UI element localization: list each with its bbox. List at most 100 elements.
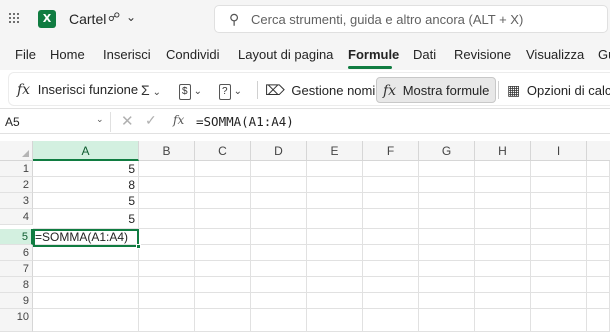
function-icon[interactable]: fx: [173, 113, 184, 127]
grid-cell[interactable]: [531, 309, 587, 332]
grid-cell[interactable]: [475, 177, 531, 193]
cancel-icon[interactable]: ✕: [121, 112, 134, 130]
grid-cell[interactable]: [33, 277, 139, 293]
grid-cell[interactable]: [587, 209, 610, 229]
sync-icon[interactable]: ☍: [108, 10, 120, 24]
grid-cell[interactable]: [139, 229, 195, 245]
spreadsheet-grid[interactable]: A B C D E F G H I 1 2 3 4 5 6 7 8 9 10 5…: [0, 141, 610, 332]
grid-cell[interactable]: [307, 193, 363, 209]
confirm-icon[interactable]: ✓: [145, 112, 157, 129]
grid-cell[interactable]: [195, 261, 251, 277]
tab-visualizza[interactable]: Visualizza: [526, 47, 584, 62]
grid-cell[interactable]: [139, 309, 195, 332]
select-all-corner[interactable]: [0, 141, 33, 161]
financial-functions-button[interactable]: $ ⌄: [179, 77, 202, 103]
column-header-j[interactable]: [587, 141, 610, 161]
row-header-4[interactable]: 4: [0, 209, 33, 225]
column-header-g[interactable]: G: [419, 141, 475, 161]
name-box[interactable]: A5: [2, 112, 106, 132]
grid-cell[interactable]: [587, 277, 610, 293]
grid-cell[interactable]: [251, 229, 307, 245]
row-header-8[interactable]: 8: [0, 277, 33, 293]
grid-cell[interactable]: [251, 293, 307, 309]
grid-cell[interactable]: [475, 161, 531, 177]
grid-cell[interactable]: [139, 209, 195, 229]
grid-cell[interactable]: [587, 245, 610, 261]
column-header-b[interactable]: B: [139, 141, 195, 161]
fill-handle[interactable]: [136, 244, 141, 249]
tab-revisione[interactable]: Revisione: [454, 47, 511, 62]
grid-cell[interactable]: [531, 261, 587, 277]
grid-cell[interactable]: [195, 193, 251, 209]
grid-cell[interactable]: [587, 261, 610, 277]
grid-cell[interactable]: [419, 193, 475, 209]
grid-cell[interactable]: [251, 245, 307, 261]
grid-cell[interactable]: [587, 309, 610, 332]
insert-function-button[interactable]: fx Inserisci funzione: [17, 77, 138, 103]
grid-cell[interactable]: [251, 277, 307, 293]
grid-cell[interactable]: [363, 161, 419, 177]
grid-cell[interactable]: [419, 309, 475, 332]
tab-home[interactable]: Home: [50, 47, 85, 62]
column-header-c[interactable]: C: [195, 141, 251, 161]
grid-cell[interactable]: [475, 229, 531, 245]
grid-cell[interactable]: [251, 177, 307, 193]
grid-cell[interactable]: [475, 261, 531, 277]
app-launcher-icon[interactable]: [9, 13, 19, 23]
grid-cell[interactable]: [195, 309, 251, 332]
grid-cell[interactable]: [531, 209, 587, 229]
grid-cell[interactable]: [251, 309, 307, 332]
chevron-down-icon[interactable]: ⌄: [126, 10, 136, 24]
grid-cell[interactable]: [139, 177, 195, 193]
grid-cell[interactable]: [195, 177, 251, 193]
grid-cell[interactable]: [363, 309, 419, 332]
grid-cell[interactable]: [531, 193, 587, 209]
grid-cell[interactable]: [531, 293, 587, 309]
calc-options-button[interactable]: ▦ Opzioni di calco: [507, 77, 610, 103]
cell-a1[interactable]: 5: [33, 161, 139, 177]
tab-condividi[interactable]: Condividi: [166, 47, 219, 62]
grid-cell[interactable]: [307, 277, 363, 293]
tab-layout-di-pagina[interactable]: Layout di pagina: [238, 47, 333, 62]
grid-cell[interactable]: [307, 309, 363, 332]
grid-cell[interactable]: [307, 209, 363, 229]
grid-cell[interactable]: [587, 229, 610, 245]
grid-cell[interactable]: [363, 209, 419, 229]
column-header-i[interactable]: I: [531, 141, 587, 161]
grid-cell[interactable]: [307, 161, 363, 177]
grid-cell[interactable]: [195, 277, 251, 293]
grid-cell[interactable]: [531, 177, 587, 193]
grid-cell[interactable]: [419, 261, 475, 277]
grid-cell[interactable]: [307, 245, 363, 261]
grid-cell[interactable]: [531, 245, 587, 261]
grid-cell[interactable]: [587, 193, 610, 209]
grid-cell[interactable]: [363, 245, 419, 261]
logical-functions-button[interactable]: ? ⌄: [219, 77, 242, 103]
grid-cell[interactable]: [419, 177, 475, 193]
grid-cell[interactable]: [139, 193, 195, 209]
grid-cell[interactable]: [251, 261, 307, 277]
row-header-6[interactable]: 6: [0, 245, 33, 261]
grid-cell[interactable]: [475, 309, 531, 332]
document-title[interactable]: Cartel: [69, 11, 106, 27]
row-header-9[interactable]: 9: [0, 293, 33, 309]
grid-cell[interactable]: [531, 161, 587, 177]
grid-cell[interactable]: [475, 277, 531, 293]
grid-cell[interactable]: [587, 177, 610, 193]
grid-cell[interactable]: [363, 229, 419, 245]
grid-cell[interactable]: [475, 245, 531, 261]
grid-cell[interactable]: [33, 293, 139, 309]
column-header-h[interactable]: H: [475, 141, 531, 161]
column-header-f[interactable]: F: [363, 141, 419, 161]
grid-cell[interactable]: [419, 161, 475, 177]
grid-cell[interactable]: [419, 209, 475, 229]
name-manager-button[interactable]: ⌦ Gestione nomi: [265, 77, 375, 103]
grid-cell[interactable]: [587, 161, 610, 177]
grid-cell[interactable]: [363, 177, 419, 193]
row-header-5[interactable]: 5: [0, 229, 33, 245]
tab-guida[interactable]: Gu: [598, 47, 610, 62]
grid-cell[interactable]: [195, 229, 251, 245]
grid-cell[interactable]: [419, 277, 475, 293]
grid-cell[interactable]: [33, 261, 139, 277]
grid-cell[interactable]: [363, 293, 419, 309]
